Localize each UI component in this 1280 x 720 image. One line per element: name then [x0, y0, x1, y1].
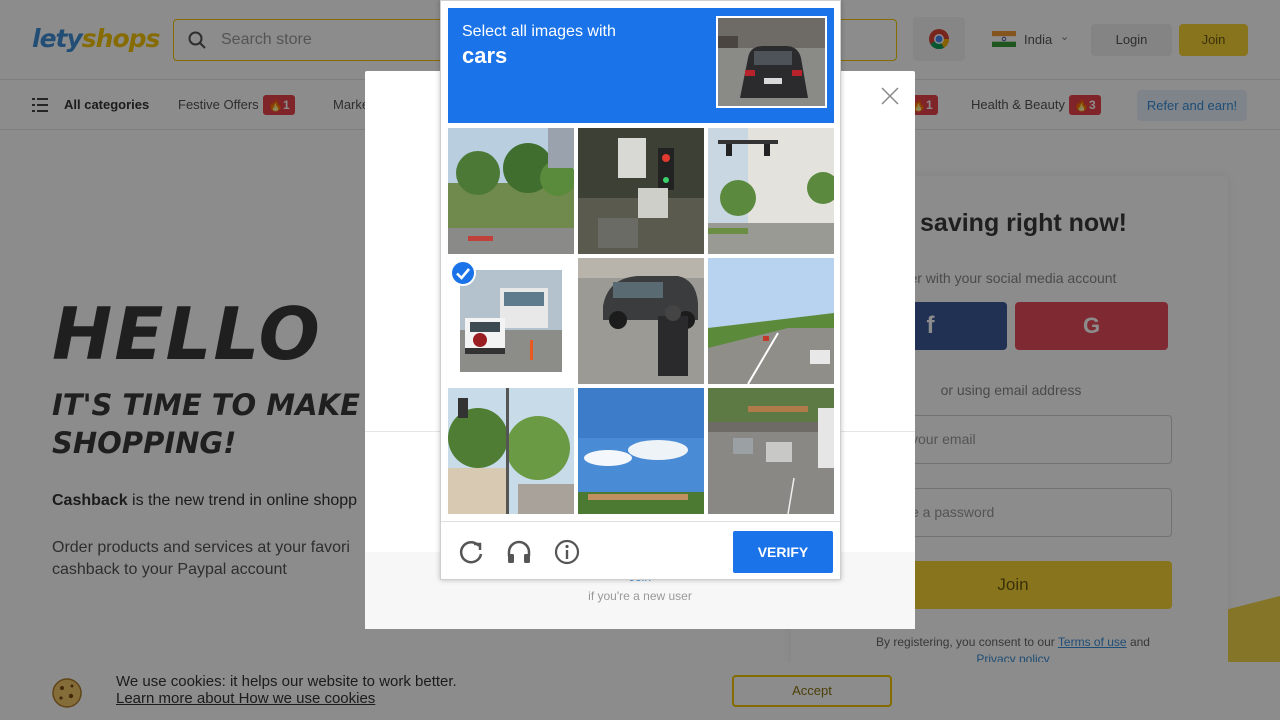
captcha-tile[interactable]: [578, 128, 704, 254]
captcha-header: Select all images with cars: [448, 8, 834, 123]
refresh-icon[interactable]: [457, 538, 485, 566]
verify-button[interactable]: VERIFY: [733, 531, 833, 573]
captcha-target: cars: [462, 43, 508, 68]
captcha-tile-selected[interactable]: [448, 258, 574, 384]
captcha-image-grid: [448, 128, 834, 514]
captcha-divider: [441, 521, 840, 522]
captcha-tile[interactable]: [708, 388, 834, 514]
captcha-tile[interactable]: [448, 128, 574, 254]
captcha-tile[interactable]: [708, 128, 834, 254]
captcha-challenge: Select all images with cars VERIFY: [440, 0, 841, 580]
captcha-tile[interactable]: [578, 388, 704, 514]
headphones-icon[interactable]: [505, 538, 533, 566]
captcha-tile[interactable]: [578, 258, 704, 384]
info-icon[interactable]: [553, 538, 581, 566]
captcha-instruction: Select all images with: [462, 23, 616, 40]
checkmark-icon: [450, 260, 476, 286]
captcha-tile[interactable]: [708, 258, 834, 384]
captcha-tile[interactable]: [448, 388, 574, 514]
captcha-sample-image: [716, 16, 827, 108]
close-icon[interactable]: [881, 87, 899, 105]
modal-new-user-text: if you're a new user: [588, 589, 692, 603]
